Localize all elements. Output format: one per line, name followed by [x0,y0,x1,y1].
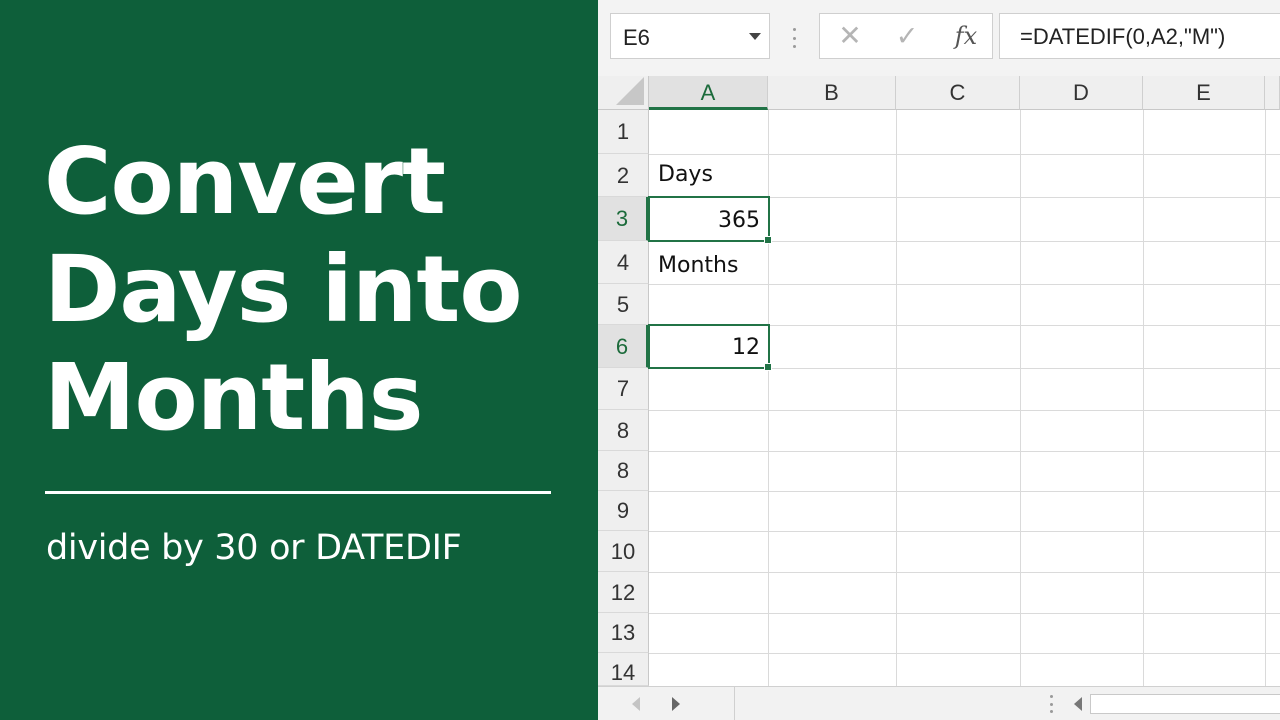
row-header-8[interactable]: 8 [598,410,649,451]
tab-split-grip-icon[interactable] [1049,695,1053,713]
row-header-5[interactable]: 5 [598,284,649,325]
row-header-7[interactable]: 7 [598,368,649,410]
column-header-a[interactable]: A [649,76,768,110]
column-header-partial[interactable] [1265,76,1280,110]
horizontal-scrollbar[interactable] [1090,694,1280,714]
row-header-14[interactable]: 14 [598,653,649,686]
name-box-value: E6 [623,25,650,50]
select-all-icon[interactable] [616,77,644,105]
formula-input[interactable]: =DATEDIF(0,A2,"M") [999,13,1280,59]
formula-bar-grip-icon[interactable] [792,28,796,48]
gridline-h [649,613,1280,614]
title-line-1: Convert [44,128,446,235]
row-header-13[interactable]: 13 [598,613,649,653]
tab-bar-divider [734,687,735,720]
gridline-h [649,531,1280,532]
page-title: Convert Days into Months [44,128,574,452]
gridline-h [649,451,1280,452]
gridline-h [649,410,1280,411]
title-line-3: Months [44,344,424,451]
fill-handle[interactable] [764,236,772,244]
cell-selection-a6 [648,324,772,371]
column-header-d[interactable]: D [1020,76,1143,110]
name-box[interactable]: E6 [610,13,770,59]
row-header-8b[interactable]: 8 [598,451,649,491]
column-header-e[interactable]: E [1143,76,1265,110]
gridline-h [649,284,1280,285]
row-header-9[interactable]: 9 [598,491,649,531]
select-all-corner[interactable] [598,76,649,110]
formula-buttons: ✕ ✓ fx [819,13,993,59]
fill-handle[interactable] [764,363,772,371]
insert-function-icon[interactable]: fx [952,21,980,51]
chevron-right-icon[interactable] [672,697,680,711]
row-header-4[interactable]: 4 [598,241,649,284]
scroll-left-icon[interactable] [1074,697,1082,711]
gridline-h [649,653,1280,654]
sheet-tab-bar [598,686,1280,720]
checkmark-icon[interactable]: ✓ [894,22,920,50]
formula-text: =DATEDIF(0,A2,"M") [1020,24,1226,49]
chevron-left-icon[interactable] [632,697,640,711]
gridline-h [649,491,1280,492]
row-header-10[interactable]: 10 [598,531,649,572]
formula-bar: E6 ✕ ✓ fx =DATEDIF(0,A2,"M") [598,0,1280,76]
gridline-h [649,572,1280,573]
row-header-2[interactable]: 2 [598,154,649,197]
row-header-1[interactable]: 1 [598,110,649,154]
cell-selection-a3 [648,196,772,244]
chevron-down-icon[interactable] [749,33,761,40]
cell-a2[interactable]: Days [658,162,713,187]
row-header-12[interactable]: 12 [598,572,649,613]
column-header-b[interactable]: B [768,76,896,110]
cell-a4[interactable]: Months [658,253,738,278]
gridline-h [649,154,1280,155]
row-header-3[interactable]: 3 [598,197,649,241]
title-line-2: Days into [44,236,523,343]
spreadsheet-window: E6 ✕ ✓ fx =DATEDIF(0,A2,"M") A B C D E 1… [598,0,1280,720]
title-divider [45,491,551,494]
subtitle: divide by 30 or DATEDIF [46,528,462,568]
worksheet-grid[interactable]: A B C D E 1 2 3 4 5 6 7 8 8 9 10 12 13 1… [598,76,1280,686]
column-header-c[interactable]: C [896,76,1020,110]
row-header-6[interactable]: 6 [598,325,649,368]
title-panel: Convert Days into Months divide by 30 or… [0,0,598,720]
cancel-icon[interactable]: ✕ [838,22,862,50]
